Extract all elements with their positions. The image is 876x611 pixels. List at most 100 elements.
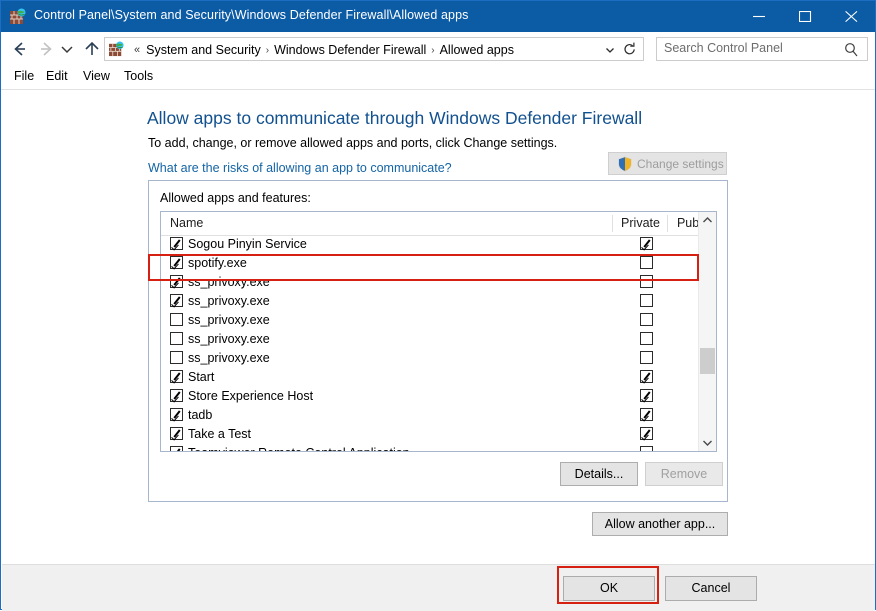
dialog-footer: OK Cancel — [2, 564, 875, 611]
page-subtitle: To add, change, or remove allowed apps a… — [148, 136, 557, 150]
row-private-checkbox[interactable] — [640, 427, 653, 440]
row-private-checkbox[interactable] — [640, 408, 653, 421]
row-private-checkbox[interactable] — [640, 237, 653, 250]
column-header-private[interactable]: Private — [613, 216, 668, 230]
row-app-name: Start — [188, 370, 214, 384]
row-enable-checkbox[interactable] — [170, 237, 183, 250]
breadcrumb-item-system-and-security[interactable]: System and Security — [146, 43, 261, 57]
menu-bar: File Edit View Tools — [1, 65, 875, 89]
row-app-name: ss_privoxy.exe — [188, 294, 270, 308]
row-enable-checkbox[interactable] — [170, 446, 183, 452]
row-enable-checkbox[interactable] — [170, 313, 183, 326]
allowed-apps-list[interactable]: Name Private Public Sogou Pinyin Service… — [160, 211, 717, 452]
row-enable-checkbox[interactable] — [170, 389, 183, 402]
allowed-apps-label: Allowed apps and features: — [160, 191, 311, 205]
menu-view[interactable]: View — [78, 68, 115, 84]
row-app-name: ss_privoxy.exe — [188, 351, 270, 365]
row-app-name: spotify.exe — [188, 256, 247, 270]
row-private-checkbox[interactable] — [640, 313, 653, 326]
row-private-checkbox[interactable] — [640, 332, 653, 345]
chevron-down-icon — [59, 38, 75, 60]
table-row[interactable]: spotify.exe — [161, 254, 700, 273]
row-private-checkbox[interactable] — [640, 256, 653, 269]
control-panel-window: Control Panel\System and Security\Window… — [0, 0, 876, 610]
row-app-name: ss_privoxy.exe — [188, 275, 270, 289]
up-arrow-icon — [81, 38, 103, 60]
minimize-button[interactable] — [737, 1, 783, 32]
row-enable-checkbox[interactable] — [170, 427, 183, 440]
row-enable-checkbox[interactable] — [170, 294, 183, 307]
forward-button[interactable] — [35, 38, 57, 60]
table-row[interactable]: ss_privoxy.exe — [161, 330, 700, 349]
row-enable-checkbox[interactable] — [170, 332, 183, 345]
back-button[interactable] — [9, 38, 31, 60]
row-enable-checkbox[interactable] — [170, 256, 183, 269]
breadcrumb-item-windows-defender-firewall[interactable]: Windows Defender Firewall — [274, 43, 426, 57]
recent-pages-button[interactable] — [59, 38, 75, 60]
table-row[interactable]: ss_privoxy.exe — [161, 349, 700, 368]
refresh-icon — [622, 41, 638, 58]
chevron-down-icon — [603, 42, 617, 58]
row-private-checkbox[interactable] — [640, 370, 653, 383]
scrollbar-thumb[interactable] — [700, 348, 715, 374]
risks-link[interactable]: What are the risks of allowing an app to… — [148, 161, 452, 175]
table-row[interactable]: ss_privoxy.exe — [161, 292, 700, 311]
breadcrumb-separator: › — [431, 45, 434, 56]
row-app-name: ss_privoxy.exe — [188, 313, 270, 327]
breadcrumb-dropdown-button[interactable] — [603, 42, 617, 58]
breadcrumb-bar[interactable]: « System and Security › Windows Defender… — [104, 37, 644, 61]
page-content: Allow apps to communicate through Window… — [2, 90, 875, 563]
row-private-checkbox[interactable] — [640, 294, 653, 307]
maximize-icon — [799, 11, 812, 22]
table-row[interactable]: tadb — [161, 406, 700, 425]
title-bar: Control Panel\System and Security\Window… — [1, 1, 875, 32]
scroll-up-button[interactable] — [699, 212, 716, 229]
column-header-name[interactable]: Name — [170, 216, 203, 230]
row-private-checkbox[interactable] — [640, 446, 653, 452]
search-box[interactable]: Search Control Panel — [656, 37, 868, 61]
firewall-icon — [10, 8, 27, 25]
close-button[interactable] — [829, 1, 875, 32]
table-row[interactable]: Teamviewer Remote Control Application — [161, 444, 700, 452]
table-row[interactable]: ss_privoxy.exe — [161, 311, 700, 330]
list-header: Name Private Public — [161, 212, 716, 236]
row-app-name: tadb — [188, 408, 212, 422]
uac-shield-icon — [617, 156, 633, 175]
menu-file[interactable]: File — [9, 68, 39, 84]
row-app-name: Teamviewer Remote Control Application — [188, 446, 410, 452]
list-scrollbar[interactable] — [698, 212, 716, 451]
menu-edit[interactable]: Edit — [41, 68, 73, 84]
table-row[interactable]: Take a Test — [161, 425, 700, 444]
row-app-name: Take a Test — [188, 427, 251, 441]
row-enable-checkbox[interactable] — [170, 370, 183, 383]
row-private-checkbox[interactable] — [640, 275, 653, 288]
row-enable-checkbox[interactable] — [170, 351, 183, 364]
table-row[interactable]: Store Experience Host — [161, 387, 700, 406]
remove-button[interactable]: Remove — [645, 462, 723, 486]
scroll-down-button[interactable] — [699, 434, 716, 451]
allowed-apps-groupbox: Allowed apps and features: Name Private … — [148, 180, 728, 502]
row-private-checkbox[interactable] — [640, 351, 653, 364]
breadcrumb-item-allowed-apps[interactable]: Allowed apps — [440, 43, 514, 57]
row-private-checkbox[interactable] — [640, 389, 653, 402]
scroll-up-icon — [699, 212, 716, 229]
maximize-button[interactable] — [783, 1, 829, 32]
row-enable-checkbox[interactable] — [170, 275, 183, 288]
menu-tools[interactable]: Tools — [119, 68, 158, 84]
row-app-name: ss_privoxy.exe — [188, 332, 270, 346]
up-button[interactable] — [81, 38, 103, 60]
window-title: Control Panel\System and Security\Window… — [34, 8, 468, 22]
change-settings-button[interactable]: Change settings — [608, 152, 727, 175]
table-row[interactable]: Start — [161, 368, 700, 387]
ok-button[interactable]: OK — [563, 576, 655, 601]
refresh-button[interactable] — [622, 41, 638, 58]
table-row[interactable]: Sogou Pinyin Service — [161, 235, 700, 254]
details-button[interactable]: Details... — [560, 462, 638, 486]
search-icon — [844, 42, 859, 61]
allow-another-app-button[interactable]: Allow another app... — [592, 512, 728, 536]
search-input[interactable]: Search Control Panel — [664, 41, 783, 55]
cancel-button[interactable]: Cancel — [665, 576, 757, 601]
row-enable-checkbox[interactable] — [170, 408, 183, 421]
table-row[interactable]: ss_privoxy.exe — [161, 273, 700, 292]
breadcrumb-overflow[interactable]: « — [134, 44, 140, 56]
